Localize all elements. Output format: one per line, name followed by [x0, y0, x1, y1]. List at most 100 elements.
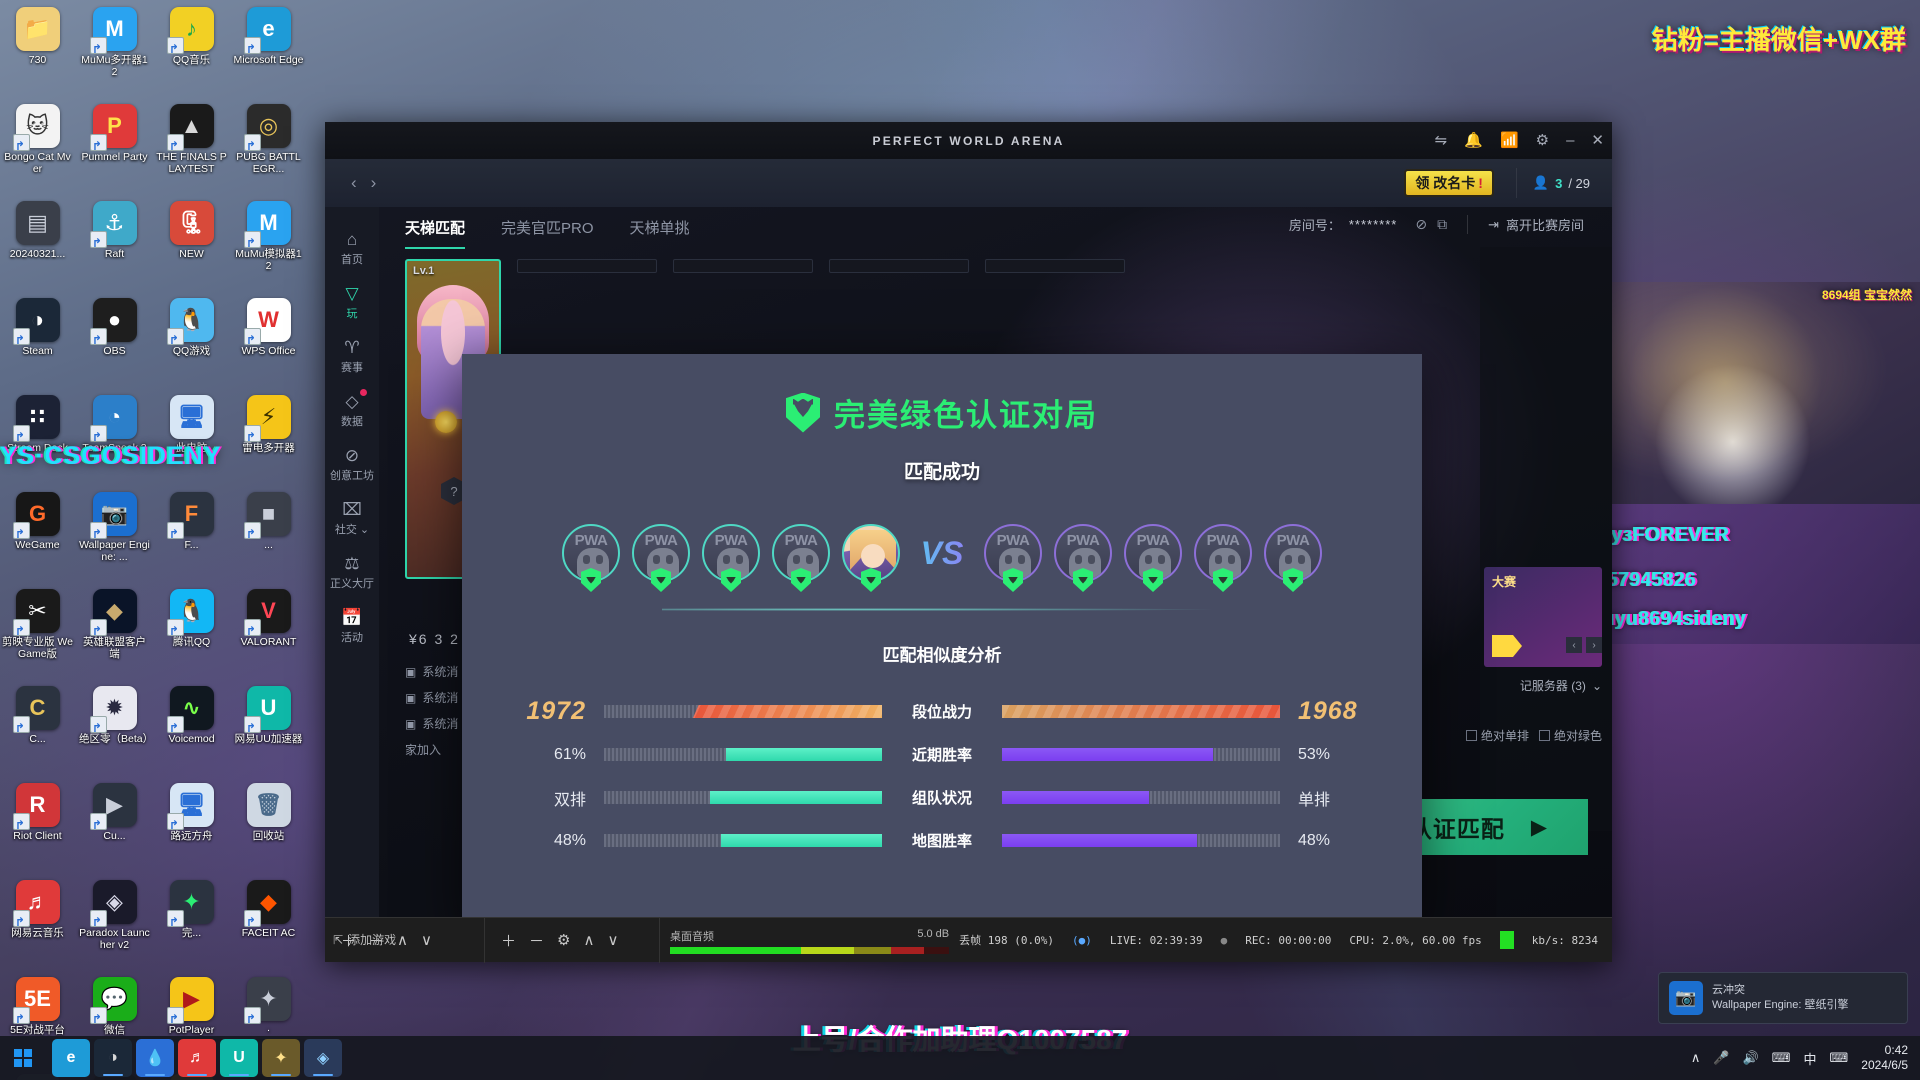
- desktop-icon[interactable]: ✦完...: [154, 877, 229, 974]
- sidebar-item-home[interactable]: ⌂ 首页: [325, 221, 379, 275]
- microphone-icon[interactable]: 🎤: [1713, 1050, 1729, 1066]
- copy-icon[interactable]: ⧉: [1437, 216, 1447, 233]
- sidebar-item-events[interactable]: ♈ 赛事: [325, 329, 379, 383]
- desktop-icon[interactable]: ▲THE FINALS PLAYTEST: [154, 101, 229, 198]
- nav-back-icon[interactable]: ‹: [351, 173, 357, 193]
- desktop-icon[interactable]: ◎PUBG BATTLEGR...: [231, 101, 306, 198]
- rename-card-banner[interactable]: 领 改名卡 !: [1404, 169, 1494, 197]
- desktop-icon[interactable]: ◆英雄联盟客户端: [77, 586, 152, 683]
- desktop-icon[interactable]: ◆FACEIT AC: [231, 877, 306, 974]
- leave-room-button[interactable]: ⇥ 离开比赛房间: [1488, 215, 1584, 234]
- desktop-icon[interactable]: 🐱Bongo Cat Mver: [0, 101, 75, 198]
- desktop-icon[interactable]: ▶Cu...: [77, 780, 152, 877]
- wallpaper-engine-toast[interactable]: 📷 云冲突 Wallpaper Engine: 壁纸引擎: [1658, 972, 1908, 1024]
- filter-control-0[interactable]: ＋: [501, 930, 516, 951]
- desktop-icon[interactable]: 🐧QQ游戏: [154, 295, 229, 392]
- filter-control-1[interactable]: －: [529, 930, 544, 951]
- eye-icon[interactable]: ⊘: [1415, 216, 1427, 233]
- filter-control-3[interactable]: ∧: [583, 931, 594, 949]
- speaker-icon[interactable]: 🔊: [1743, 1050, 1759, 1066]
- signal-icon[interactable]: 📶: [1500, 133, 1519, 148]
- desktop-icon[interactable]: FF...: [154, 489, 229, 586]
- desktop-icon[interactable]: ∷Stream Deck: [0, 392, 75, 489]
- map-card[interactable]: [673, 259, 813, 273]
- sidebar-item-activity[interactable]: 📅 活动: [325, 599, 379, 653]
- sidebar-item-play[interactable]: ▽ 玩: [325, 275, 379, 329]
- option-absolute-solo[interactable]: 绝对单排: [1465, 727, 1529, 744]
- nav-forward-icon[interactable]: ›: [371, 173, 377, 193]
- taskbar-obs-alt[interactable]: ◈: [304, 1039, 342, 1077]
- desktop-icon[interactable]: MMuMu多开器12: [77, 4, 152, 101]
- checkbox-icon[interactable]: [1538, 730, 1550, 741]
- desktop-icon[interactable]: 🗜 NEW: [154, 198, 229, 295]
- desktop-icon[interactable]: eMicrosoft Edge: [231, 4, 306, 101]
- desktop-icon-glyph: 🗜: [169, 201, 214, 245]
- desktop-icon[interactable]: PPummel Party: [77, 101, 152, 198]
- map-card[interactable]: [985, 259, 1125, 273]
- tab-0[interactable]: 天梯匹配: [405, 217, 466, 249]
- desktop-icon[interactable]: ●OBS: [77, 295, 152, 392]
- taskbar-steam[interactable]: ◑: [94, 1039, 132, 1077]
- desktop-icon[interactable]: WWPS Office: [231, 295, 306, 392]
- sidebar-item-social[interactable]: ⌧ 社交 ⌄: [325, 491, 379, 545]
- desktop-icon[interactable]: RRiot Client: [0, 780, 75, 877]
- minimize-icon[interactable]: –: [1566, 133, 1574, 148]
- tab-1[interactable]: 完美官匹PRO: [501, 217, 594, 249]
- option-absolute-green[interactable]: 绝对绿色: [1538, 727, 1602, 744]
- desktop-icon[interactable]: U网易UU加速器: [231, 683, 306, 780]
- desktop-icon[interactable]: 📁 730: [0, 4, 75, 101]
- sidebar-item-justice[interactable]: ⚖ 正义大厅: [325, 545, 379, 599]
- taskbar-game[interactable]: ✦: [262, 1039, 300, 1077]
- desktop-icon[interactable]: CC...: [0, 683, 75, 780]
- desktop-icon[interactable]: ∿Voicemod: [154, 683, 229, 780]
- map-card[interactable]: [517, 259, 657, 273]
- desktop-icon[interactable]: 🖥 此电脑: [154, 392, 229, 489]
- obs-add-game[interactable]: ⇱ 添加游戏: [325, 917, 396, 962]
- desktop-icon[interactable]: 🖥路远方舟: [154, 780, 229, 877]
- desktop-icon[interactable]: 🐧腾讯QQ: [154, 586, 229, 683]
- shield-settings-icon[interactable]: ⚙: [1536, 133, 1549, 148]
- checkbox-icon[interactable]: [1465, 730, 1477, 741]
- desktop-icon[interactable]: ♪QQ音乐: [154, 4, 229, 101]
- map-card[interactable]: [829, 259, 969, 273]
- sidebar-item-data[interactable]: ◇ 数据: [325, 383, 379, 437]
- filter-control-4[interactable]: ∨: [607, 931, 618, 949]
- source-control-2[interactable]: ∧: [397, 931, 408, 949]
- desktop-icon[interactable]: ♬网易云音乐: [0, 877, 75, 974]
- desktop-icon[interactable]: GWeGame: [0, 489, 75, 586]
- taskbar-edge[interactable]: e: [52, 1039, 90, 1077]
- taskbar-clock[interactable]: 0:42 2024/6/5: [1861, 1043, 1908, 1073]
- desktop-icon[interactable]: MMuMu模拟器12: [231, 198, 306, 295]
- keyboard-icon[interactable]: ⌨: [1772, 1050, 1791, 1066]
- filter-control-2[interactable]: ⚙: [557, 931, 570, 949]
- desktop-icon[interactable]: 📷Wallpaper Engine: ...: [77, 489, 152, 586]
- desktop-icon[interactable]: ✂剪映专业版 WeGame版: [0, 586, 75, 683]
- desktop-icon[interactable]: ⚡雷电多开器: [231, 392, 306, 489]
- desktop-icon[interactable]: ■...: [231, 489, 306, 586]
- desktop-icon[interactable]: ◈Paradox Launcher v2: [77, 877, 152, 974]
- taskbar-app-blue[interactable]: 💧: [136, 1039, 174, 1077]
- sidebar-item-workshop[interactable]: ⊘ 创意工坊: [325, 437, 379, 491]
- desktop-icon[interactable]: VVALORANT: [231, 586, 306, 683]
- taskbar-uu[interactable]: U: [220, 1039, 258, 1077]
- desktop-icon[interactable]: ✹绝区零（Beta）: [77, 683, 153, 780]
- start-button[interactable]: [0, 1036, 46, 1080]
- close-icon[interactable]: ✕: [1591, 133, 1604, 148]
- server-selector[interactable]: 记服务器 (3) ⌄: [1520, 677, 1602, 694]
- taskbar-netease-music[interactable]: ♬: [178, 1039, 216, 1077]
- source-control-3[interactable]: ∨: [421, 931, 432, 949]
- pager-prev[interactable]: ‹: [1566, 637, 1582, 653]
- desktop-icon[interactable]: 🗑 回收站: [231, 780, 306, 877]
- bell-icon[interactable]: 🔔: [1464, 133, 1483, 148]
- desktop-icon[interactable]: ⚓Raft: [77, 198, 152, 295]
- desktop-icon[interactable]: ◔TeamSpeak 3: [77, 392, 152, 489]
- ime-keyboard-icon[interactable]: ⌨: [1830, 1050, 1849, 1066]
- friends-counter[interactable]: 👤 3 / 29: [1515, 168, 1612, 198]
- pager-next[interactable]: ›: [1586, 637, 1602, 653]
- desktop-icon[interactable]: ▤ 20240321...: [0, 198, 75, 295]
- tray-expand-icon[interactable]: ∧: [1691, 1050, 1701, 1066]
- restore-icon[interactable]: ⇋: [1435, 133, 1448, 148]
- desktop-icon[interactable]: ◑Steam: [0, 295, 75, 392]
- ime-icon[interactable]: 中: [1804, 1049, 1817, 1068]
- tab-2[interactable]: 天梯单挑: [630, 217, 690, 249]
